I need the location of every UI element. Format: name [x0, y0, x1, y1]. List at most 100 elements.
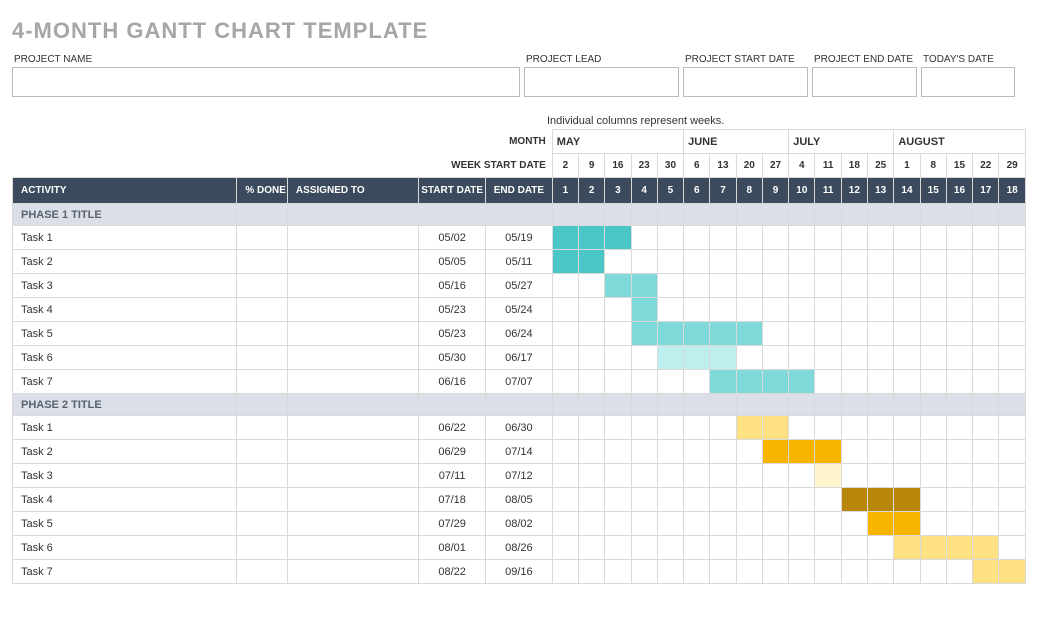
gantt-cell[interactable] [579, 346, 605, 370]
task-name[interactable]: Task 7 [13, 560, 237, 584]
gantt-cell[interactable] [841, 560, 867, 584]
gantt-cell[interactable] [973, 512, 999, 536]
gantt-cell[interactable] [973, 226, 999, 250]
task-assigned-to[interactable] [287, 250, 418, 274]
gantt-cell[interactable] [657, 464, 683, 488]
gantt-cell[interactable] [579, 298, 605, 322]
gantt-cell[interactable] [868, 226, 894, 250]
gantt-cell[interactable] [894, 536, 920, 560]
gantt-cell[interactable] [631, 370, 657, 394]
gantt-cell[interactable] [999, 226, 1026, 250]
gantt-cell[interactable] [920, 298, 946, 322]
task-end-date[interactable]: 07/07 [486, 370, 553, 394]
gantt-cell[interactable] [762, 298, 788, 322]
gantt-cell[interactable] [815, 560, 841, 584]
gantt-cell[interactable] [684, 464, 710, 488]
gantt-cell[interactable] [684, 488, 710, 512]
task-pct-done[interactable] [237, 416, 288, 440]
gantt-cell[interactable] [684, 274, 710, 298]
gantt-cell[interactable] [657, 440, 683, 464]
gantt-cell[interactable] [552, 560, 578, 584]
gantt-cell[interactable] [920, 226, 946, 250]
gantt-cell[interactable] [815, 370, 841, 394]
gantt-cell[interactable] [868, 536, 894, 560]
gantt-cell[interactable] [815, 274, 841, 298]
gantt-cell[interactable] [815, 298, 841, 322]
task-pct-done[interactable] [237, 226, 288, 250]
gantt-cell[interactable] [552, 322, 578, 346]
gantt-cell[interactable] [552, 250, 578, 274]
gantt-cell[interactable] [605, 226, 631, 250]
gantt-cell[interactable] [999, 536, 1026, 560]
gantt-cell[interactable] [868, 346, 894, 370]
gantt-cell[interactable] [631, 560, 657, 584]
gantt-cell[interactable] [841, 512, 867, 536]
gantt-cell[interactable] [920, 346, 946, 370]
gantt-cell[interactable] [868, 464, 894, 488]
gantt-cell[interactable] [841, 226, 867, 250]
gantt-cell[interactable] [973, 274, 999, 298]
gantt-cell[interactable] [579, 322, 605, 346]
task-start-date[interactable]: 07/29 [419, 512, 486, 536]
gantt-cell[interactable] [762, 416, 788, 440]
gantt-cell[interactable] [868, 512, 894, 536]
gantt-cell[interactable] [894, 298, 920, 322]
gantt-cell[interactable] [894, 322, 920, 346]
task-end-date[interactable]: 06/17 [486, 346, 553, 370]
task-pct-done[interactable] [237, 440, 288, 464]
gantt-cell[interactable] [631, 274, 657, 298]
gantt-cell[interactable] [789, 370, 815, 394]
gantt-cell[interactable] [973, 250, 999, 274]
gantt-cell[interactable] [868, 274, 894, 298]
gantt-cell[interactable] [736, 298, 762, 322]
gantt-cell[interactable] [657, 298, 683, 322]
gantt-cell[interactable] [841, 464, 867, 488]
gantt-cell[interactable] [789, 512, 815, 536]
gantt-cell[interactable] [789, 416, 815, 440]
gantt-cell[interactable] [605, 250, 631, 274]
gantt-cell[interactable] [552, 226, 578, 250]
gantt-cell[interactable] [605, 536, 631, 560]
gantt-cell[interactable] [631, 250, 657, 274]
gantt-cell[interactable] [789, 440, 815, 464]
gantt-cell[interactable] [841, 346, 867, 370]
task-start-date[interactable]: 06/16 [419, 370, 486, 394]
gantt-cell[interactable] [710, 536, 736, 560]
gantt-cell[interactable] [736, 226, 762, 250]
task-pct-done[interactable] [237, 250, 288, 274]
task-name[interactable]: Task 5 [13, 512, 237, 536]
gantt-cell[interactable] [894, 274, 920, 298]
gantt-cell[interactable] [789, 464, 815, 488]
gantt-cell[interactable] [868, 440, 894, 464]
gantt-cell[interactable] [841, 298, 867, 322]
task-name[interactable]: Task 2 [13, 250, 237, 274]
gantt-cell[interactable] [736, 536, 762, 560]
gantt-cell[interactable] [868, 416, 894, 440]
gantt-cell[interactable] [579, 416, 605, 440]
gantt-cell[interactable] [868, 298, 894, 322]
gantt-cell[interactable] [552, 536, 578, 560]
gantt-cell[interactable] [946, 346, 972, 370]
task-assigned-to[interactable] [287, 226, 418, 250]
gantt-cell[interactable] [736, 512, 762, 536]
gantt-cell[interactable] [579, 274, 605, 298]
gantt-cell[interactable] [710, 416, 736, 440]
task-assigned-to[interactable] [287, 298, 418, 322]
gantt-cell[interactable] [762, 440, 788, 464]
task-start-date[interactable]: 07/11 [419, 464, 486, 488]
gantt-cell[interactable] [631, 512, 657, 536]
project-lead-input[interactable] [524, 67, 679, 97]
gantt-cell[interactable] [999, 416, 1026, 440]
task-start-date[interactable]: 05/02 [419, 226, 486, 250]
gantt-cell[interactable] [999, 464, 1026, 488]
task-start-date[interactable]: 05/30 [419, 346, 486, 370]
gantt-cell[interactable] [789, 488, 815, 512]
gantt-cell[interactable] [815, 440, 841, 464]
gantt-cell[interactable] [657, 226, 683, 250]
gantt-cell[interactable] [552, 464, 578, 488]
gantt-cell[interactable] [894, 464, 920, 488]
gantt-cell[interactable] [605, 298, 631, 322]
gantt-cell[interactable] [657, 536, 683, 560]
gantt-cell[interactable] [815, 322, 841, 346]
gantt-cell[interactable] [841, 250, 867, 274]
